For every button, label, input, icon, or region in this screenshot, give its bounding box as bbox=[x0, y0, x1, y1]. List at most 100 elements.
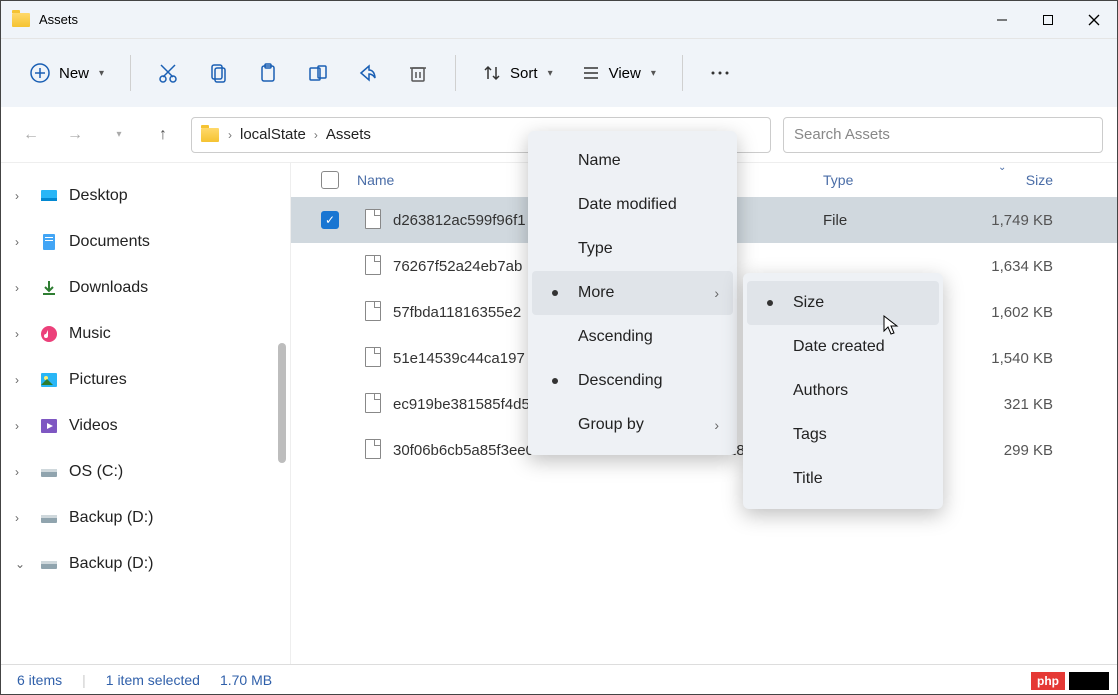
chevron-down-icon: ▾ bbox=[651, 68, 656, 79]
expand-icon[interactable]: › bbox=[15, 235, 29, 249]
delete-button[interactable] bbox=[397, 56, 439, 90]
expand-icon[interactable]: › bbox=[15, 373, 29, 387]
file-icon bbox=[365, 209, 383, 231]
new-label: New bbox=[59, 65, 89, 82]
sort-button[interactable]: Sort ▾ bbox=[472, 57, 563, 89]
toolbar: New ▾ Sort ▾ View ▾ bbox=[1, 39, 1117, 107]
file-icon bbox=[365, 301, 383, 323]
copy-button[interactable] bbox=[197, 56, 239, 90]
rename-button[interactable] bbox=[297, 56, 339, 90]
expand-icon[interactable]: › bbox=[15, 511, 29, 525]
chevron-down-icon: ▾ bbox=[99, 68, 104, 79]
sidebar-item[interactable]: › Documents bbox=[1, 219, 290, 265]
file-list: Name Type ⌄ Size ✓ d263812ac599f96f1 Fil… bbox=[291, 163, 1117, 664]
menu-item[interactable]: Size bbox=[747, 281, 939, 325]
menu-item-label: Size bbox=[793, 294, 824, 312]
sidebar-item[interactable]: › Pictures bbox=[1, 357, 290, 403]
menu-item[interactable]: Authors bbox=[747, 369, 939, 413]
menu-item[interactable]: Name bbox=[532, 139, 733, 183]
window-title: Assets bbox=[39, 12, 78, 27]
sidebar-item[interactable]: › Videos bbox=[1, 403, 290, 449]
menu-item-label: Ascending bbox=[578, 328, 653, 346]
menu-item-label: Tags bbox=[793, 426, 827, 444]
file-size: 299 KB bbox=[953, 442, 1053, 459]
breadcrumb-part[interactable]: Assets bbox=[326, 126, 371, 143]
sidebar-item[interactable]: › Desktop bbox=[1, 173, 290, 219]
view-button[interactable]: View ▾ bbox=[571, 57, 666, 89]
file-name: ec919be381585f4d5 bbox=[393, 396, 530, 413]
file-size: 321 KB bbox=[953, 396, 1053, 413]
chevron-right-icon: › bbox=[714, 285, 719, 301]
bullet-icon bbox=[552, 290, 558, 296]
sidebar-item[interactable]: › Downloads bbox=[1, 265, 290, 311]
more-submenu: Size Date created Authors Tags Title bbox=[743, 273, 943, 509]
file-name: 57fbda11816355e2 bbox=[393, 304, 521, 321]
file-size: 1,540 KB bbox=[953, 350, 1053, 367]
recent-button[interactable]: ▾ bbox=[103, 119, 135, 151]
menu-item[interactable]: Ascending bbox=[532, 315, 733, 359]
sidebar-item-label: Music bbox=[69, 325, 111, 343]
more-button[interactable] bbox=[699, 64, 741, 82]
minimize-button[interactable] bbox=[979, 1, 1025, 39]
menu-item-label: More bbox=[578, 284, 614, 302]
menu-item-label: Date created bbox=[793, 338, 885, 356]
menu-item[interactable]: More › bbox=[532, 271, 733, 315]
status-size: 1.70 MB bbox=[220, 672, 272, 688]
share-button[interactable] bbox=[347, 56, 389, 90]
sidebar-item-label: Pictures bbox=[69, 371, 127, 389]
cut-button[interactable] bbox=[147, 56, 189, 90]
menu-item[interactable]: Type bbox=[532, 227, 733, 271]
back-button[interactable]: ← bbox=[15, 119, 47, 151]
menu-item-label: Authors bbox=[793, 382, 848, 400]
expand-icon[interactable]: › bbox=[15, 189, 29, 203]
menu-item-label: Name bbox=[578, 152, 621, 170]
menu-item[interactable]: Descending bbox=[532, 359, 733, 403]
menu-item[interactable]: Title bbox=[747, 457, 939, 501]
sidebar-item-label: Desktop bbox=[69, 187, 128, 205]
scrollbar[interactable] bbox=[278, 343, 286, 463]
folder-icon bbox=[200, 125, 220, 145]
expand-icon[interactable]: › bbox=[15, 419, 29, 433]
paste-button[interactable] bbox=[247, 56, 289, 90]
breadcrumb-part[interactable]: localState bbox=[240, 126, 306, 143]
new-button[interactable]: New ▾ bbox=[19, 56, 114, 90]
sidebar-item[interactable]: › OS (C:) bbox=[1, 449, 290, 495]
select-all-checkbox[interactable] bbox=[321, 171, 339, 189]
maximize-button[interactable] bbox=[1025, 1, 1071, 39]
sidebar-item-label: Backup (D:) bbox=[69, 509, 153, 527]
status-selection: 1 item selected bbox=[106, 672, 200, 688]
up-button[interactable]: ↑ bbox=[147, 119, 179, 151]
column-size[interactable]: ⌄ Size bbox=[953, 172, 1053, 188]
sidebar-item[interactable]: › Music bbox=[1, 311, 290, 357]
videos-icon bbox=[39, 416, 59, 436]
close-button[interactable] bbox=[1071, 1, 1117, 39]
menu-item-label: Title bbox=[793, 470, 823, 488]
status-count: 6 items bbox=[17, 672, 62, 688]
sidebar-item[interactable]: ⌄ Backup (D:) bbox=[1, 541, 290, 587]
expand-icon[interactable]: › bbox=[15, 281, 29, 295]
music-icon bbox=[39, 324, 59, 344]
watermark: php bbox=[1031, 672, 1109, 690]
expand-icon[interactable]: ⌄ bbox=[15, 557, 29, 571]
menu-item[interactable]: Date modified bbox=[532, 183, 733, 227]
file-icon bbox=[365, 439, 383, 461]
file-name: d263812ac599f96f1 bbox=[393, 212, 526, 229]
chevron-down-icon: ▾ bbox=[548, 68, 553, 79]
file-icon bbox=[365, 255, 383, 277]
search-input[interactable]: Search Assets bbox=[783, 117, 1103, 153]
row-checkbox[interactable]: ✓ bbox=[321, 211, 339, 229]
forward-button[interactable]: → bbox=[59, 119, 91, 151]
menu-item[interactable]: Group by › bbox=[532, 403, 733, 447]
expand-icon[interactable]: › bbox=[15, 327, 29, 341]
column-type[interactable]: Type bbox=[823, 172, 953, 188]
expand-icon[interactable]: › bbox=[15, 465, 29, 479]
file-icon bbox=[365, 347, 383, 369]
titlebar: Assets bbox=[1, 1, 1117, 39]
menu-item-label: Date modified bbox=[578, 196, 677, 214]
sidebar-item-label: Backup (D:) bbox=[69, 555, 153, 573]
drive-icon bbox=[39, 554, 59, 574]
menu-item[interactable]: Date created bbox=[747, 325, 939, 369]
sidebar-item[interactable]: › Backup (D:) bbox=[1, 495, 290, 541]
sidebar-item-label: Downloads bbox=[69, 279, 148, 297]
menu-item[interactable]: Tags bbox=[747, 413, 939, 457]
